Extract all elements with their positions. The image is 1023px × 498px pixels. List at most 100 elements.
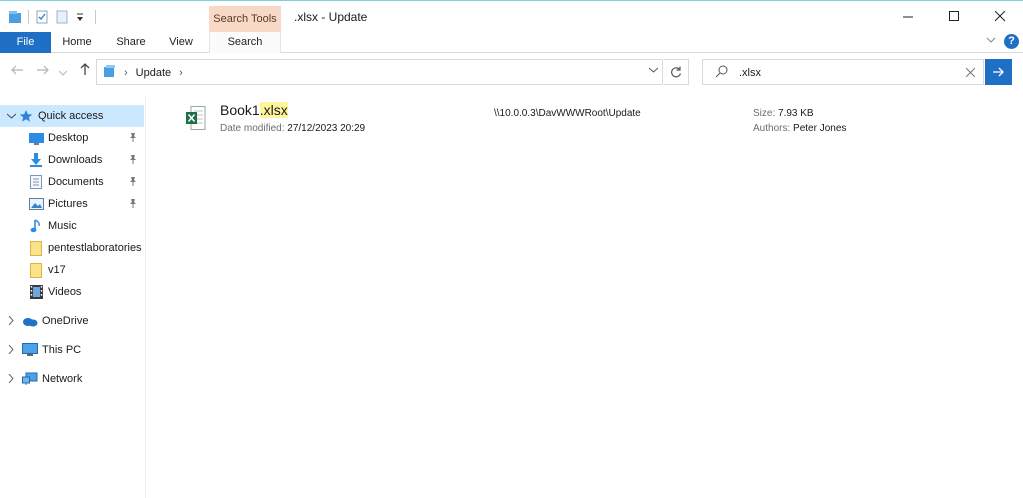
address-bar[interactable]: › Update › — [96, 59, 663, 85]
toolbar-separator — [28, 10, 29, 24]
tab-share[interactable]: Share — [106, 32, 156, 53]
chevron-down-icon — [58, 70, 68, 76]
pin-icon[interactable] — [128, 132, 138, 145]
nav-item-pictures[interactable]: Pictures — [0, 193, 144, 215]
tab-search[interactable]: Search — [209, 32, 281, 53]
minimize-button[interactable] — [885, 1, 931, 32]
search-input[interactable] — [739, 64, 959, 81]
tab-file[interactable]: File — [0, 32, 51, 53]
clear-search-icon[interactable] — [965, 64, 976, 80]
nav-root-onedrive[interactable]: OneDrive — [0, 310, 144, 332]
recent-locations-button[interactable] — [57, 62, 69, 80]
nav-item-pentestlaboratories[interactable]: pentestlaboratories — [0, 237, 144, 259]
result-folder-path: \\10.0.0.3\DavWWWRoot\Update — [494, 108, 641, 119]
ribbon-tabs: File Home Share View Search ? — [0, 32, 1023, 53]
tab-home[interactable]: Home — [52, 32, 102, 53]
result-size: Size: 7.93 KB — [753, 108, 814, 119]
expand-chevron-icon[interactable] — [4, 315, 18, 327]
collapse-chevron-icon[interactable] — [4, 111, 18, 121]
search-tools-context-header: Search Tools — [209, 6, 281, 32]
address-row: › Update › — [0, 56, 1023, 88]
nav-label: pentestlaboratories — [48, 242, 142, 254]
maximize-icon — [948, 11, 959, 21]
nav-root-network[interactable]: Network — [0, 368, 144, 390]
back-arrow-icon — [11, 65, 23, 75]
pin-icon[interactable] — [128, 154, 138, 167]
nav-quick-access[interactable]: Quick access — [0, 105, 144, 127]
quick-access-star-icon — [18, 108, 34, 124]
nav-label: Network — [42, 373, 83, 385]
expand-chevron-icon[interactable] — [4, 344, 18, 356]
nav-label: Music — [48, 220, 77, 232]
navigation-pane[interactable]: Quick access Desktop Downloads Documents… — [0, 97, 146, 498]
up-button[interactable] — [76, 62, 94, 80]
size-value: 7.93 KB — [778, 108, 814, 119]
folder-app-icon — [8, 10, 22, 24]
music-icon — [28, 218, 44, 234]
nav-label: This PC — [42, 344, 82, 356]
address-dropdown-icon[interactable] — [648, 65, 659, 76]
expand-ribbon-icon[interactable] — [986, 36, 996, 47]
back-button[interactable] — [8, 62, 26, 80]
onedrive-icon — [22, 313, 38, 329]
refresh-button[interactable] — [664, 59, 689, 85]
file-explorer-window: Search Tools .xlsx - Update File Home Sh… — [0, 0, 1023, 498]
nav-label: Videos — [48, 286, 82, 298]
help-icon[interactable]: ? — [1004, 34, 1019, 49]
nav-label: Downloads — [48, 154, 103, 166]
breadcrumb-item-update[interactable]: Update — [136, 67, 171, 79]
search-icon — [715, 65, 728, 81]
pictures-icon — [28, 196, 44, 212]
customize-toolbar-icon[interactable] — [75, 10, 89, 24]
maximize-button[interactable] — [931, 1, 977, 32]
nav-label: Documents — [48, 176, 104, 188]
nav-label: OneDrive — [42, 315, 89, 327]
new-folder-icon[interactable] — [55, 10, 69, 24]
breadcrumb-separator[interactable]: › — [124, 67, 128, 79]
folder-icon — [28, 240, 44, 256]
window-title: .xlsx - Update — [294, 10, 368, 24]
window-controls — [885, 1, 1023, 32]
search-results[interactable]: Book1.xlsx Date modified: 27/12/2023 20:… — [147, 97, 1023, 498]
result-file-name[interactable]: Book1.xlsx — [220, 102, 288, 118]
result-date-modified: Date modified: 27/12/2023 20:29 — [220, 123, 365, 134]
authors-value: Peter Jones — [793, 123, 847, 134]
nav-item-desktop[interactable]: Desktop — [0, 127, 144, 149]
authors-label: Authors: — [753, 123, 791, 134]
documents-icon — [28, 174, 44, 190]
properties-icon[interactable] — [35, 10, 49, 24]
desktop-icon — [28, 130, 44, 146]
nav-root-this-pc[interactable]: This PC — [0, 339, 144, 361]
nav-item-documents[interactable]: Documents — [0, 171, 144, 193]
search-go-button[interactable] — [985, 59, 1012, 85]
tab-view[interactable]: View — [158, 32, 204, 53]
refresh-icon — [671, 66, 682, 78]
ribbon-controls: ? — [986, 34, 1019, 49]
downloads-icon — [28, 152, 44, 168]
size-label: Size: — [753, 108, 776, 119]
nav-label: v17 — [48, 264, 66, 276]
pin-icon[interactable] — [128, 176, 138, 189]
nav-item-music[interactable]: Music — [0, 215, 144, 237]
folder-icon — [28, 262, 44, 278]
close-button[interactable] — [977, 1, 1023, 32]
excel-file-icon[interactable] — [186, 106, 206, 130]
pin-icon[interactable] — [128, 198, 138, 211]
close-icon — [994, 11, 1005, 22]
nav-item-v17[interactable]: v17 — [0, 259, 144, 281]
forward-button[interactable] — [34, 62, 52, 80]
videos-icon — [28, 284, 44, 300]
breadcrumb: › Update › — [103, 65, 183, 81]
breadcrumb-separator[interactable]: › — [179, 67, 183, 79]
up-arrow-icon — [80, 63, 90, 75]
nav-item-downloads[interactable]: Downloads — [0, 149, 144, 171]
this-pc-icon — [22, 342, 38, 358]
nav-item-videos[interactable]: Videos — [0, 281, 144, 303]
search-box[interactable] — [702, 59, 984, 85]
forward-arrow-icon — [37, 65, 49, 75]
nav-label: Desktop — [48, 132, 89, 144]
expand-chevron-icon[interactable] — [4, 373, 18, 385]
date-value: 27/12/2023 20:29 — [287, 123, 366, 134]
arrow-right-icon — [993, 67, 1004, 77]
file-name-match-highlight: .xlsx — [259, 102, 288, 118]
